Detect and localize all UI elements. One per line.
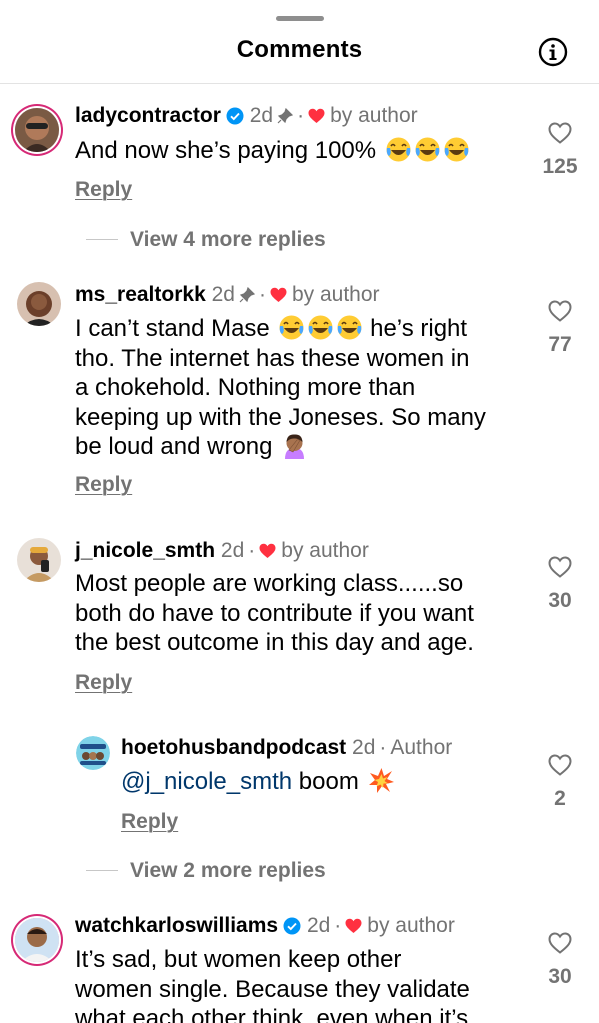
like-count: 125 xyxy=(542,155,578,178)
heart-icon xyxy=(308,105,325,123)
comment-header: ladycontractor 2d · by author xyxy=(75,103,418,129)
separator-dot: · xyxy=(248,539,256,562)
collision-emoji xyxy=(368,767,395,794)
avatar[interactable] xyxy=(17,282,61,326)
heart-icon xyxy=(345,915,362,933)
header-divider xyxy=(0,83,599,84)
avatar[interactable] xyxy=(17,538,61,582)
comment-line: what each other think, even when it’s xyxy=(75,1005,469,1023)
separator-dot: · xyxy=(297,104,305,127)
pin-icon xyxy=(239,284,256,303)
tears-of-joy-emoji xyxy=(336,314,363,341)
separator-dot: · xyxy=(334,914,342,937)
timestamp: 2d xyxy=(249,104,274,127)
reply-text-content: boom xyxy=(298,768,359,795)
username[interactable]: j_nicole_smth xyxy=(75,539,215,562)
reply-text: @j_nicole_smth boom xyxy=(121,767,395,797)
username[interactable]: ms_realtorkk xyxy=(75,283,206,306)
verified-badge-icon xyxy=(283,916,301,935)
comment-text: It’s sad, but women keep other women sin… xyxy=(75,945,530,1023)
liked-by-author-label: by author xyxy=(367,914,455,937)
like-heart-icon[interactable] xyxy=(548,122,572,144)
thread-line xyxy=(86,239,118,240)
timestamp: 2d xyxy=(306,914,331,937)
username[interactable]: ladycontractor xyxy=(75,104,221,127)
username[interactable]: hoetohusbandpodcast xyxy=(121,736,346,759)
like-heart-icon[interactable] xyxy=(548,556,572,578)
like-count: 77 xyxy=(548,333,572,356)
facepalm-emoji xyxy=(281,432,308,459)
view-more-replies-button[interactable]: View 4 more replies xyxy=(86,228,326,252)
drag-handle[interactable] xyxy=(276,16,324,21)
timestamp: 2d xyxy=(352,736,376,759)
like-count: 2 xyxy=(554,787,566,810)
page-title: Comments xyxy=(236,36,363,63)
like-count: 30 xyxy=(548,589,572,612)
reply-button[interactable]: Reply xyxy=(75,473,132,497)
comment-line: the best outcome in this day and age. xyxy=(75,629,474,656)
timestamp: 2d xyxy=(220,539,245,562)
separator-dot: · xyxy=(258,283,266,306)
reply-button[interactable]: Reply xyxy=(75,178,132,202)
comment-line: keeping up with the Joneses. So many xyxy=(75,403,486,431)
separator-dot: · xyxy=(379,736,387,759)
comment-line: I can’t stand Mase xyxy=(75,315,270,342)
comment-header: j_nicole_smth 2d · by author xyxy=(75,538,369,564)
liked-by-author-label: by author xyxy=(281,539,369,562)
like-button[interactable]: 30 xyxy=(530,556,590,613)
comment-header: watchkarloswilliams 2d · by author xyxy=(75,913,455,939)
comment-text: I can’t stand Mase he’s right tho. The i… xyxy=(75,314,530,462)
thread-line xyxy=(86,870,118,871)
like-count: 30 xyxy=(548,965,572,988)
tears-of-joy-emoji xyxy=(307,314,334,341)
tears-of-joy-emoji xyxy=(443,136,470,163)
pin-icon xyxy=(277,105,294,124)
comment-line: women single. Because they validate xyxy=(75,975,470,1003)
comment-line: tho. The internet has these women in xyxy=(75,344,470,372)
comment-text-content: And now she’s paying 100% xyxy=(75,137,377,164)
liked-by-author-label: by author xyxy=(330,104,418,127)
comment-line: Most people are working class......so xyxy=(75,570,464,597)
comment-line: he’s right xyxy=(370,315,468,342)
username[interactable]: watchkarloswilliams xyxy=(75,914,278,937)
heart-icon xyxy=(259,540,276,558)
author-label: Author xyxy=(390,736,453,759)
tears-of-joy-emoji xyxy=(414,136,441,163)
comment-text: And now she’s paying 100% xyxy=(75,136,470,166)
avatar[interactable] xyxy=(76,736,110,770)
avatar[interactable] xyxy=(15,918,59,962)
like-button[interactable]: 30 xyxy=(530,932,590,989)
comment-line: It’s sad, but women keep other xyxy=(75,946,402,973)
like-button[interactable]: 125 xyxy=(530,122,590,179)
reply-button[interactable]: Reply xyxy=(75,671,132,695)
view-more-label: View 2 more replies xyxy=(130,859,326,882)
view-more-label: View 4 more replies xyxy=(130,228,326,251)
info-icon[interactable] xyxy=(538,37,568,67)
comment-line: a chokehold. Nothing more than xyxy=(75,374,416,401)
like-heart-icon[interactable] xyxy=(548,932,572,954)
comment-header: ms_realtorkk 2d · by author xyxy=(75,282,380,308)
mention-link[interactable]: @j_nicole_smth xyxy=(121,768,292,795)
tears-of-joy-emoji xyxy=(278,314,305,341)
comments-sheet: Comments ladycontractor 2d · by author And… xyxy=(0,0,599,1023)
liked-by-author-label: by author xyxy=(291,283,380,306)
like-button[interactable]: 77 xyxy=(530,300,590,357)
like-heart-icon[interactable] xyxy=(548,754,572,776)
reply-button[interactable]: Reply xyxy=(121,810,178,834)
comment-line: both do have to contribute if you want xyxy=(75,599,474,627)
avatar[interactable] xyxy=(15,108,59,152)
heart-icon xyxy=(270,284,287,302)
verified-badge-icon xyxy=(226,106,244,125)
tears-of-joy-emoji xyxy=(385,136,412,163)
reply-header: hoetohusbandpodcast 2d · Author xyxy=(121,735,452,761)
like-button[interactable]: 2 xyxy=(530,754,590,811)
comment-line: be loud and wrong xyxy=(75,433,273,460)
timestamp: 2d xyxy=(211,283,235,306)
comment-text: Most people are working class......so bo… xyxy=(75,569,530,658)
view-more-replies-button[interactable]: View 2 more replies xyxy=(86,859,326,883)
like-heart-icon[interactable] xyxy=(548,300,572,322)
